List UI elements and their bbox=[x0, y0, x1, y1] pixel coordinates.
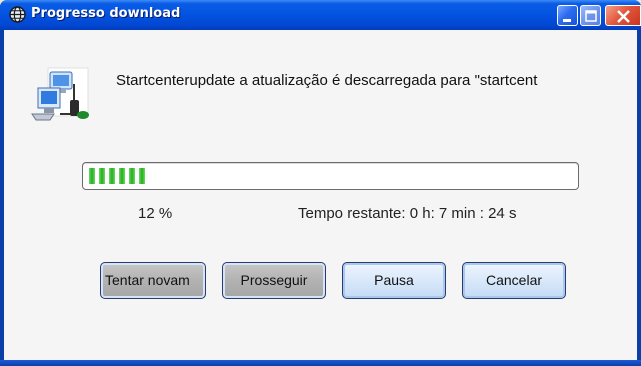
continue-button[interactable]: Prosseguir bbox=[222, 262, 326, 299]
retry-button[interactable]: Tentar novam bbox=[100, 262, 206, 299]
download-progress-window: Progresso download Startcenterupdate a a… bbox=[0, 0, 641, 366]
cancel-button[interactable]: Cancelar bbox=[462, 262, 566, 299]
window-title: Progresso download bbox=[31, 6, 181, 21]
minimize-icon bbox=[563, 19, 571, 22]
close-icon bbox=[617, 10, 630, 23]
pause-button[interactable]: Pausa bbox=[342, 262, 446, 299]
dialog-body: Startcenterupdate a atualização é descar… bbox=[4, 30, 637, 360]
progress-bar-fill bbox=[88, 168, 148, 184]
maximize-icon bbox=[585, 10, 597, 22]
globe-icon bbox=[9, 6, 26, 23]
maximize-button[interactable] bbox=[580, 5, 601, 26]
progress-percent: 12 % bbox=[138, 205, 173, 222]
window-bottom-border bbox=[0, 360, 641, 366]
network-computer-icon bbox=[31, 67, 89, 121]
time-remaining: Tempo restante: 0 h: 7 min : 24 s bbox=[298, 205, 517, 222]
progress-bar bbox=[82, 162, 579, 190]
title-bar[interactable]: Progresso download bbox=[0, 0, 641, 30]
download-message: Startcenterupdate a atualização é descar… bbox=[116, 72, 538, 89]
close-button[interactable] bbox=[605, 5, 641, 26]
minimize-button[interactable] bbox=[557, 5, 578, 26]
